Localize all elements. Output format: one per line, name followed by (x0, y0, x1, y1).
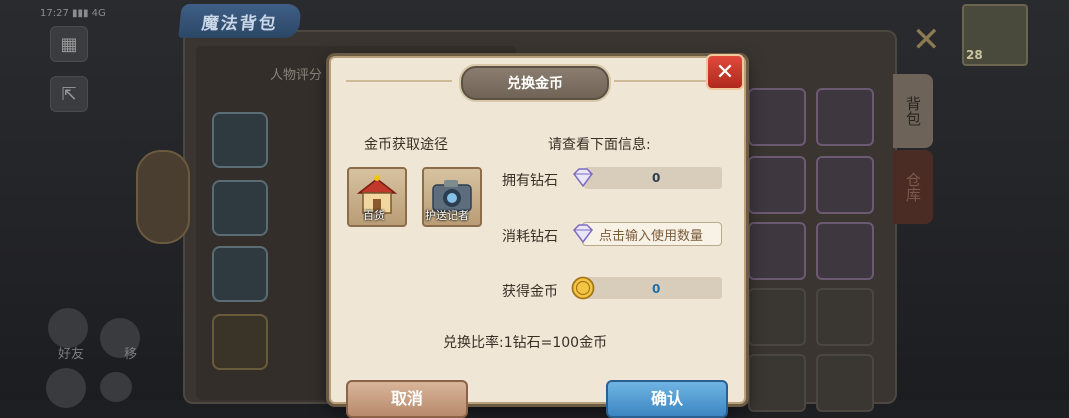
dialog-title: 兑换金币 (459, 64, 611, 102)
bag-title: 魔法背包 (178, 4, 302, 38)
owned-diamonds-value: 0 (652, 171, 661, 185)
inventory-slot[interactable] (748, 156, 806, 214)
friends-icon[interactable] (48, 308, 88, 348)
tab-bag-label: 背包 (904, 96, 922, 126)
shield-decoration (136, 150, 190, 244)
equip-slot-armor[interactable] (212, 180, 268, 236)
diamond-icon (573, 168, 593, 188)
equip-slot-locked[interactable] (212, 314, 268, 370)
chat-icon[interactable] (46, 368, 86, 408)
source-escort-button[interactable]: 护送记者 (422, 167, 482, 227)
gain-gold-label: 获得金币 (502, 284, 558, 300)
second-label: 移 (124, 347, 138, 362)
gold-coin-icon (571, 276, 595, 300)
inventory-slot[interactable] (816, 88, 874, 146)
gain-gold-value: 0 (652, 282, 661, 296)
source-shop-label: 百货 (363, 209, 385, 222)
tab-storage-label: 仓库 (904, 172, 922, 202)
title-divider-left (346, 80, 452, 82)
diamond-icon (573, 224, 593, 244)
equip-slot-necklace[interactable] (212, 112, 268, 168)
inventory-slot[interactable] (816, 354, 874, 412)
equip-slot-orb[interactable] (212, 246, 268, 302)
inventory-slot[interactable] (748, 354, 806, 412)
level-badge: 28 (966, 48, 983, 62)
inventory-slot[interactable] (816, 156, 874, 214)
grid-menu-icon[interactable]: ▦ (50, 26, 88, 62)
mic-icon[interactable] (100, 372, 132, 402)
tab-bag[interactable]: 背包 (893, 74, 933, 148)
inventory-slot[interactable] (748, 288, 806, 346)
tab-storage[interactable]: 仓库 (893, 150, 933, 224)
rating-label: 人物评分 (270, 68, 323, 83)
inventory-slot[interactable] (748, 222, 806, 280)
inventory-slot[interactable] (816, 222, 874, 280)
close-bag-icon[interactable]: ✕ (912, 20, 941, 60)
consume-diamonds-placeholder: 点击输入使用数量 (599, 228, 704, 244)
inventory-slot[interactable] (748, 88, 806, 146)
gold-source-title: 金币获取途径 (364, 137, 448, 153)
title-divider-right (614, 80, 720, 82)
owned-diamonds-label: 拥有钻石 (502, 173, 558, 189)
friends-label: 好友 (58, 347, 85, 362)
status-bar: 17:27 ▮▮▮ 4G (40, 8, 106, 19)
cancel-button[interactable]: 取消 (346, 380, 468, 418)
share-icon[interactable]: ⇱ (50, 76, 88, 112)
consume-diamonds-input[interactable]: 点击输入使用数量 (582, 222, 722, 246)
source-escort-label: 护送记者 (425, 209, 469, 222)
source-shop-button[interactable]: 百货 (347, 167, 407, 227)
close-icon: ✕ (715, 59, 735, 85)
exchange-ratio: 兑换比率:1钻石=100金币 (443, 335, 608, 351)
close-button[interactable]: ✕ (706, 54, 744, 90)
confirm-button[interactable]: 确认 (606, 380, 728, 418)
inventory-slot[interactable] (816, 288, 874, 346)
info-title: 请查看下面信息: (548, 137, 651, 153)
consume-diamonds-label: 消耗钻石 (502, 229, 558, 245)
